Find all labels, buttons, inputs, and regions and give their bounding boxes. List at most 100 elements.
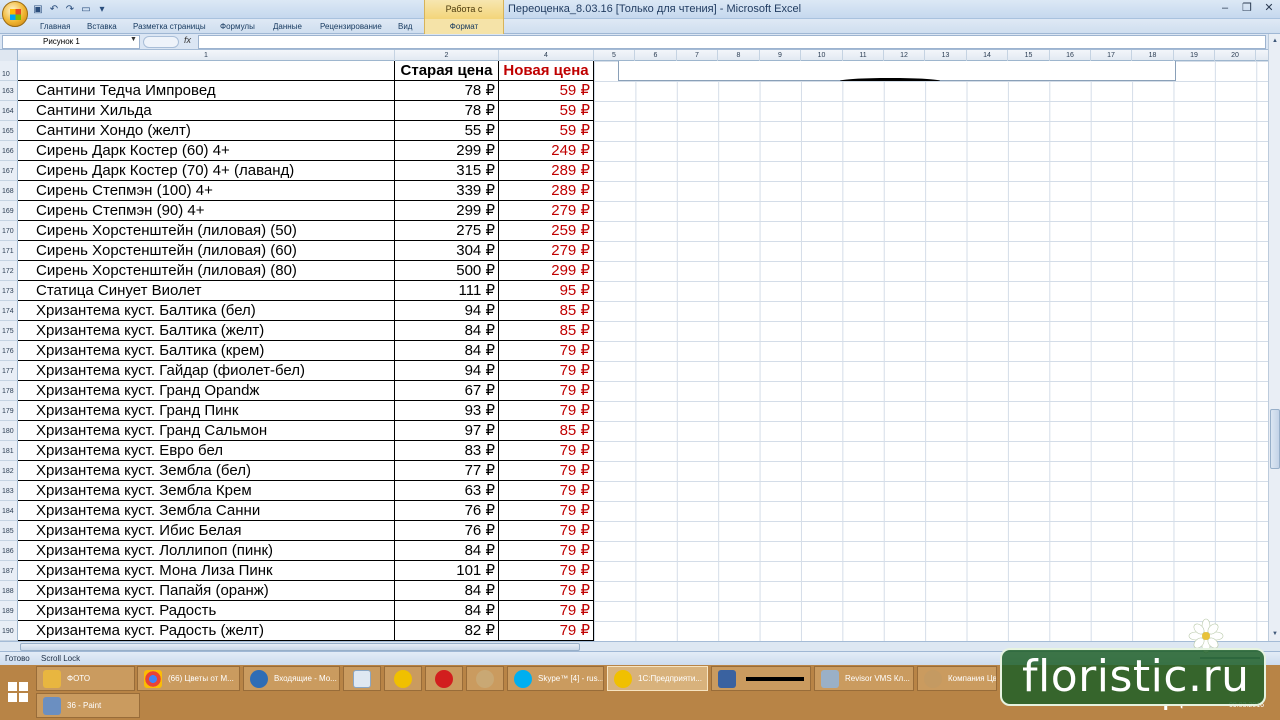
new-price-cell[interactable]: 259 ₽ [499,221,594,241]
old-price-cell[interactable]: 94 ₽ [395,361,499,381]
new-price-cell[interactable]: 59 ₽ [499,81,594,101]
column-header[interactable]: 9 [760,50,801,61]
product-name-cell[interactable]: Хризантема куст. Гранд Сальмон [18,421,395,441]
new-price-cell[interactable]: 289 ₽ [499,161,594,181]
product-name-cell[interactable]: Хризантема куст. Гранд Ораndж [18,381,395,401]
taskbar-item[interactable] [711,666,811,691]
row-header[interactable]: 163 [0,81,18,101]
product-name-cell[interactable]: Сантини Тедча Импровед [18,81,395,101]
old-price-cell[interactable]: 500 ₽ [395,261,499,281]
new-price-cell[interactable]: 79 ₽ [499,561,594,581]
row-header[interactable]: 183 [0,481,18,501]
new-document-icon[interactable]: ▭ [80,3,92,15]
row-header[interactable]: 172 [0,261,18,281]
column-header[interactable]: 12 [884,50,925,61]
taskbar-item[interactable]: Компания Цве... [917,666,997,691]
tab-home[interactable]: Главная [40,19,70,34]
row-header[interactable]: 173 [0,281,18,301]
column-header[interactable]: 17 [1091,50,1132,61]
row-header[interactable]: 182 [0,461,18,481]
product-name-cell[interactable]: Сирень Дарк Костер (60) 4+ [18,141,395,161]
vertical-scrollbar[interactable]: ▲ ▼ [1268,34,1280,641]
row-header[interactable]: 185 [0,521,18,541]
row-header[interactable]: 176 [0,341,18,361]
new-price-cell[interactable]: 79 ₽ [499,521,594,541]
new-price-cell[interactable]: 279 ₽ [499,201,594,221]
product-name-cell[interactable]: Хризантема куст. Папайя (оранж) [18,581,395,601]
customize-toolbar-icon[interactable]: ▾ [96,3,108,15]
header-old-price[interactable]: Старая цена [395,61,499,81]
old-price-cell[interactable]: 76 ₽ [395,501,499,521]
tab-view[interactable]: Вид [398,19,412,34]
old-price-cell[interactable]: 82 ₽ [395,621,499,641]
product-name-cell[interactable]: Сирень Хорстенштейн (лиловая) (60) [18,241,395,261]
close-icon[interactable]: ✕ [1258,0,1280,17]
product-name-cell[interactable]: Хризантема куст. Зембла (бел) [18,461,395,481]
old-price-cell[interactable]: 339 ₽ [395,181,499,201]
office-button[interactable] [2,1,28,27]
new-price-cell[interactable]: 249 ₽ [499,141,594,161]
taskbar-item[interactable]: 1С:Предприяти... [607,666,708,691]
select-all-button[interactable] [0,50,18,61]
old-price-cell[interactable]: 76 ₽ [395,521,499,541]
new-price-cell[interactable]: 79 ₽ [499,601,594,621]
product-name-cell[interactable]: Сирень Степмэн (90) 4+ [18,201,395,221]
scroll-up-icon[interactable]: ▲ [1270,36,1280,46]
column-header[interactable]: 18 [1132,50,1174,61]
old-price-cell[interactable]: 78 ₽ [395,101,499,121]
column-header[interactable]: 6 [635,50,677,61]
product-name-cell[interactable]: Хризантема куст. Мона Лиза Пинк [18,561,395,581]
old-price-cell[interactable]: 78 ₽ [395,81,499,101]
old-price-cell[interactable]: 93 ₽ [395,401,499,421]
product-name-cell[interactable]: Хризантема куст. Балтика (желт) [18,321,395,341]
column-header[interactable]: 15 [1008,50,1050,61]
tab-formulas[interactable]: Формулы [220,19,255,34]
tab-review[interactable]: Рецензирование [320,19,382,34]
taskbar-item[interactable]: ФОТО [36,666,135,691]
product-name-cell[interactable]: Хризантема куст. Гранд Пинк [18,401,395,421]
new-price-cell[interactable]: 299 ₽ [499,261,594,281]
row-header[interactable]: 10 [0,61,18,81]
old-price-cell[interactable]: 84 ₽ [395,321,499,341]
tab-page-layout[interactable]: Разметка страницы [133,19,206,34]
product-name-cell[interactable]: Хризантема куст. Ибис Белая [18,521,395,541]
product-name-cell[interactable]: Сирень Хорстенштейн (лиловая) (80) [18,261,395,281]
product-name-cell[interactable]: Хризантема куст. Евро бел [18,441,395,461]
row-header[interactable]: 186 [0,541,18,561]
vertical-scroll-thumb[interactable] [1270,409,1280,469]
formula-input[interactable] [198,35,1266,49]
redo-icon[interactable]: ↷ [64,3,76,15]
new-price-cell[interactable]: 59 ₽ [499,101,594,121]
taskbar-item[interactable] [384,666,422,691]
taskbar-item[interactable] [343,666,381,691]
old-price-cell[interactable]: 63 ₽ [395,481,499,501]
old-price-cell[interactable]: 111 ₽ [395,281,499,301]
row-header[interactable]: 184 [0,501,18,521]
old-price-cell[interactable]: 55 ₽ [395,121,499,141]
old-price-cell[interactable]: 94 ₽ [395,301,499,321]
column-header[interactable]: 2 [395,50,499,61]
product-name-cell[interactable]: Сирень Степмэн (100) 4+ [18,181,395,201]
row-header[interactable]: 167 [0,161,18,181]
header-new-price[interactable]: Новая цена [499,61,594,81]
new-price-cell[interactable]: 85 ₽ [499,321,594,341]
column-header[interactable]: 16 [1050,50,1091,61]
new-price-cell[interactable]: 85 ₽ [499,301,594,321]
column-header[interactable]: 14 [967,50,1008,61]
tab-insert[interactable]: Вставка [87,19,117,34]
product-name-cell[interactable]: Хризантема куст. Радость [18,601,395,621]
row-header[interactable]: 187 [0,561,18,581]
new-price-cell[interactable]: 79 ₽ [499,401,594,421]
column-header[interactable]: 10 [801,50,843,61]
taskbar-item[interactable]: Skype™ [4] - rus... [507,666,604,691]
old-price-cell[interactable]: 304 ₽ [395,241,499,261]
row-header[interactable]: 179 [0,401,18,421]
row-header[interactable]: 178 [0,381,18,401]
column-header[interactable]: 13 [925,50,967,61]
row-header[interactable]: 165 [0,121,18,141]
row-header[interactable]: 171 [0,241,18,261]
column-header[interactable]: 8 [718,50,760,61]
new-price-cell[interactable]: 79 ₽ [499,501,594,521]
row-header[interactable]: 170 [0,221,18,241]
row-header[interactable]: 180 [0,421,18,441]
